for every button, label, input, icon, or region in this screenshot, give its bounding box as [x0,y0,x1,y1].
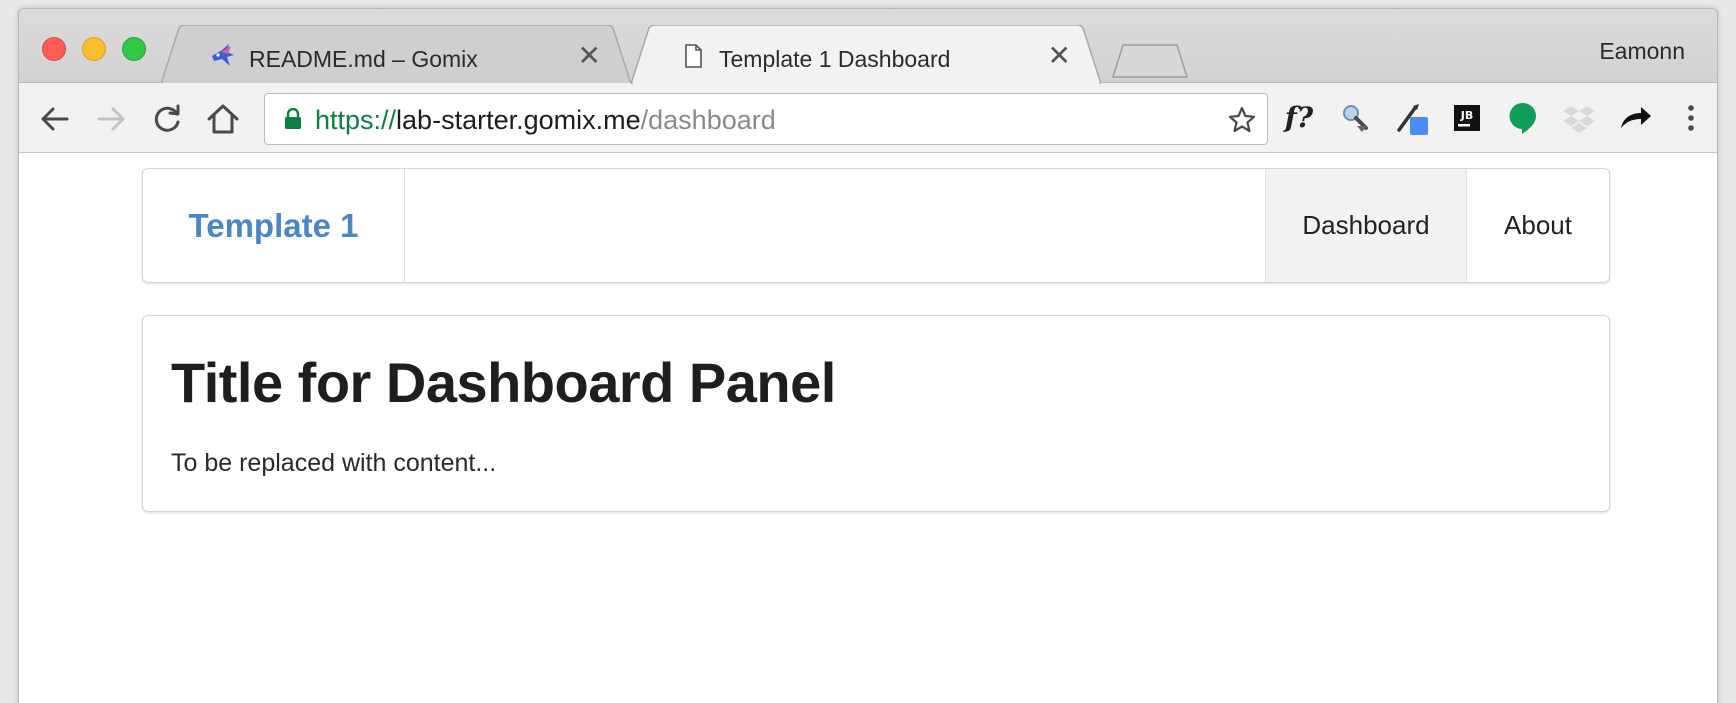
tab-title: README.md – Gomix [249,46,478,72]
url-path: /dashboard [640,105,776,135]
url-text[interactable]: https://lab-starter.gomix.me/dashboard [315,105,776,136]
tab-close-icon[interactable]: ✕ [1048,42,1071,70]
url-host: lab-starter.gomix.me [396,105,641,135]
title-bar: README.md – Gomix ✕ Template 1 Dashboard… [19,9,1717,84]
menu-dots-icon[interactable] [1673,100,1709,136]
function-fx-icon[interactable]: f? [1281,100,1317,136]
home-icon[interactable] [205,101,241,137]
tab-title: Template 1 Dashboard [719,46,951,72]
dashboard-panel: Title for Dashboard Panel To be replaced… [142,315,1610,512]
window-maximize-button[interactable] [122,37,146,61]
hangouts-icon[interactable] [1505,100,1541,136]
page-viewport: Template 1 Dashboard About Title for Das… [19,154,1717,703]
tab-readme[interactable]: README.md – Gomix ✕ [161,25,631,84]
bookmark-star-icon[interactable] [1227,105,1257,135]
new-tab-button[interactable] [1111,43,1191,79]
share-arrow-icon[interactable] [1617,100,1653,136]
arrow-left-icon[interactable] [37,101,73,137]
panel-body-text: To be replaced with content... [171,449,497,477]
browser-toolbar: https://lab-starter.gomix.me/dashboard f… [19,83,1717,153]
arrow-right-icon[interactable] [93,101,129,137]
tab-close-icon[interactable]: ✕ [578,42,601,70]
panel-title: Title for Dashboard Panel [171,351,836,414]
profile-name[interactable]: Eamonn [1599,38,1685,65]
svg-text:JB: JB [1460,109,1473,122]
reload-icon[interactable] [149,101,185,137]
nav-item-about[interactable]: About [1467,169,1609,282]
dropbox-icon[interactable] [1561,100,1597,136]
document-icon [685,44,702,68]
search-extension-icon[interactable] [1337,100,1373,136]
top-menu: Template 1 Dashboard About [142,168,1610,283]
lock-icon [285,108,301,129]
jetbrains-icon[interactable]: JB [1449,100,1485,136]
browser-window: README.md – Gomix ✕ Template 1 Dashboard… [18,8,1718,703]
brand-title[interactable]: Template 1 [143,169,405,282]
window-minimize-button[interactable] [82,37,106,61]
address-bar[interactable]: https://lab-starter.gomix.me/dashboard [264,93,1268,145]
color-picker-icon[interactable] [1393,100,1429,136]
nav-item-dashboard[interactable]: Dashboard [1265,169,1467,282]
window-close-button[interactable] [42,37,66,61]
gomix-fish-icon [212,44,234,66]
tab-template-dashboard[interactable]: Template 1 Dashboard ✕ [631,25,1101,84]
url-scheme: https:// [315,105,397,135]
